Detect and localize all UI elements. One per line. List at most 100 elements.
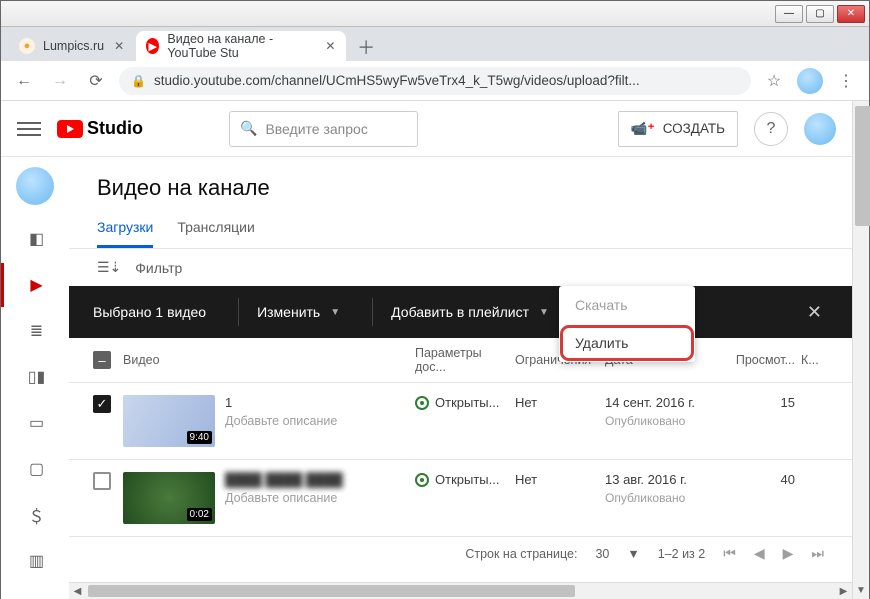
page-prev-button[interactable]: ◀	[754, 545, 765, 562]
col-comments[interactable]: К...	[795, 353, 825, 367]
rows-per-page-label: Строк на странице:	[465, 547, 577, 561]
visibility-public-icon	[415, 473, 429, 487]
more-menu-download[interactable]: Скачать	[559, 286, 695, 324]
sidebar-item-library[interactable]: ▥	[1, 539, 69, 583]
tab-title: Видео на канале - YouTube Stu	[167, 32, 316, 60]
back-button[interactable]: ←	[11, 68, 37, 94]
page-first-button[interactable]: ⏮	[723, 545, 736, 562]
selection-action-bar: Выбрано 1 видео Изменить ▼ Добавить в пл…	[69, 286, 852, 338]
monetization-icon: ＄	[28, 503, 44, 527]
sidebar-item-monetization[interactable]: ＄	[1, 493, 69, 537]
library-icon: ▥	[29, 551, 44, 571]
col-video[interactable]: Видео	[115, 353, 415, 367]
window-maximize-button[interactable]: ▢	[806, 5, 834, 23]
rows-per-page-value[interactable]: 30	[595, 547, 609, 561]
subtitles-icon: ▢	[29, 459, 44, 479]
scrollbar-thumb[interactable]	[88, 585, 575, 597]
more-actions-menu: Скачать Удалить	[559, 286, 695, 362]
col-visibility[interactable]: Параметры дос...	[415, 346, 515, 374]
browser-tab-strip: ● Lumpics.ru ✕ ▶ Видео на канале - YouTu…	[1, 27, 869, 61]
help-button[interactable]: ?	[754, 112, 788, 146]
sidebar: ◧ ▶ ≣ ▯▮ ▭ ▢ ＄ ▥	[1, 157, 69, 599]
duration-badge: 9:40	[187, 431, 212, 444]
dismiss-selection-button[interactable]: ✕	[807, 302, 828, 323]
restrictions-cell: Нет	[515, 472, 605, 487]
sidebar-item-dashboard[interactable]: ◧	[1, 217, 69, 261]
scrollbar-thumb[interactable]	[855, 106, 870, 226]
row-checkbox[interactable]	[93, 472, 111, 490]
video-description-placeholder[interactable]: Добавьте описание	[225, 414, 337, 428]
video-thumbnail[interactable]: 9:40	[123, 395, 215, 447]
row-checkbox[interactable]: ✓	[93, 395, 111, 413]
video-title[interactable]: 1	[225, 395, 337, 410]
filter-icon: ☰⇣	[97, 259, 121, 276]
video-thumbnail[interactable]: 0:02	[123, 472, 215, 524]
page-last-button[interactable]: ⏭	[811, 545, 824, 562]
studio-logo[interactable]: Studio	[57, 118, 143, 139]
restrictions-cell: Нет	[515, 395, 605, 410]
filter-bar[interactable]: ☰⇣ Фильтр	[69, 249, 852, 286]
video-description-placeholder[interactable]: Добавьте описание	[225, 491, 343, 505]
views-cell: 15	[725, 395, 795, 410]
browser-menu-button[interactable]: ⋮	[833, 68, 859, 94]
video-title[interactable]: ████ ████ ████	[225, 472, 343, 487]
channel-avatar[interactable]	[16, 167, 54, 205]
scrollbar-arrow-left-icon[interactable]: ◀	[69, 583, 86, 599]
account-avatar[interactable]	[804, 113, 836, 145]
window-close-button[interactable]: ✕	[837, 5, 865, 23]
youtube-play-icon	[57, 120, 83, 138]
horizontal-scrollbar[interactable]: ◀ ▶	[69, 582, 852, 599]
sidebar-item-analytics[interactable]: ▯▮	[1, 355, 69, 399]
pagination: Строк на странице: 30 ▼ 1–2 из 2 ⏮ ◀ ▶ ⏭	[69, 537, 852, 570]
sidebar-item-comments[interactable]: ▭	[1, 401, 69, 445]
bookmark-button[interactable]: ☆	[761, 68, 787, 94]
page-scrollbar[interactable]: ▲ ▼	[852, 101, 869, 599]
create-button[interactable]: 📹⁺ СОЗДАТЬ	[618, 111, 738, 147]
tab-close-icon[interactable]: ✕	[112, 39, 126, 53]
tab-uploads[interactable]: Загрузки	[97, 207, 153, 248]
studio-header: Studio 🔍 Введите запрос 📹⁺ СОЗДАТЬ ?	[1, 101, 852, 157]
page-title: Видео на канале	[69, 157, 852, 207]
favicon-icon: ▶	[146, 38, 159, 54]
col-views[interactable]: Просмот...	[725, 353, 795, 367]
browser-toolbar: ← → ⟳ 🔒 studio.youtube.com/channel/UCmHS…	[1, 61, 869, 101]
address-bar[interactable]: 🔒 studio.youtube.com/channel/UCmHS5wyFw5…	[119, 67, 751, 95]
duration-badge: 0:02	[187, 508, 212, 521]
window-titlebar: — ▢ ✕	[1, 1, 869, 27]
add-to-playlist-dropdown-button[interactable]: Добавить в плейлист ▼	[391, 304, 573, 320]
tab-live[interactable]: Трансляции	[177, 207, 254, 248]
tab-close-icon[interactable]: ✕	[325, 39, 337, 53]
browser-tab-lumpics[interactable]: ● Lumpics.ru ✕	[9, 31, 136, 61]
scrollbar-arrow-down-icon[interactable]: ▼	[853, 582, 869, 599]
visibility-cell[interactable]: Открыты...	[415, 395, 515, 410]
sidebar-item-subtitles[interactable]: ▢	[1, 447, 69, 491]
chevron-down-icon: ▼	[539, 307, 549, 318]
visibility-public-icon	[415, 396, 429, 410]
date-cell: 13 авг. 2016 г. Опубликовано	[605, 472, 725, 505]
create-label: СОЗДАТЬ	[663, 121, 725, 136]
sidebar-item-content[interactable]: ▶	[1, 263, 69, 307]
scrollbar-arrow-right-icon[interactable]: ▶	[835, 583, 852, 599]
reload-button[interactable]: ⟳	[83, 68, 109, 94]
chevron-down-icon[interactable]: ▼	[627, 547, 639, 561]
page-next-button[interactable]: ▶	[783, 545, 794, 562]
table-row[interactable]: ✓ 9:40 1 Добавьте описание	[69, 383, 852, 460]
favicon-icon: ●	[19, 38, 35, 54]
sidebar-item-playlists[interactable]: ≣	[1, 309, 69, 353]
content-tabs: Загрузки Трансляции	[69, 207, 852, 249]
select-all-checkbox[interactable]: –	[93, 351, 111, 369]
dashboard-icon: ◧	[29, 229, 44, 249]
edit-dropdown-button[interactable]: Изменить ▼	[257, 304, 364, 320]
window-minimize-button[interactable]: —	[775, 5, 803, 23]
table-row[interactable]: 0:02 ████ ████ ████ Добавьте описание От…	[69, 460, 852, 537]
search-input[interactable]: 🔍 Введите запрос	[229, 111, 418, 147]
forward-button[interactable]: →	[47, 68, 73, 94]
visibility-cell[interactable]: Открыты...	[415, 472, 515, 487]
main-content: Видео на канале Загрузки Трансляции ☰⇣ Ф…	[69, 157, 852, 599]
hamburger-menu-button[interactable]	[17, 117, 41, 141]
profile-avatar[interactable]	[797, 68, 823, 94]
browser-tab-youtube-studio[interactable]: ▶ Видео на канале - YouTube Stu ✕	[136, 31, 346, 61]
new-tab-button[interactable]: ＋	[352, 33, 380, 61]
more-menu-delete[interactable]: Удалить	[559, 324, 695, 362]
studio-logo-text: Studio	[87, 118, 143, 139]
